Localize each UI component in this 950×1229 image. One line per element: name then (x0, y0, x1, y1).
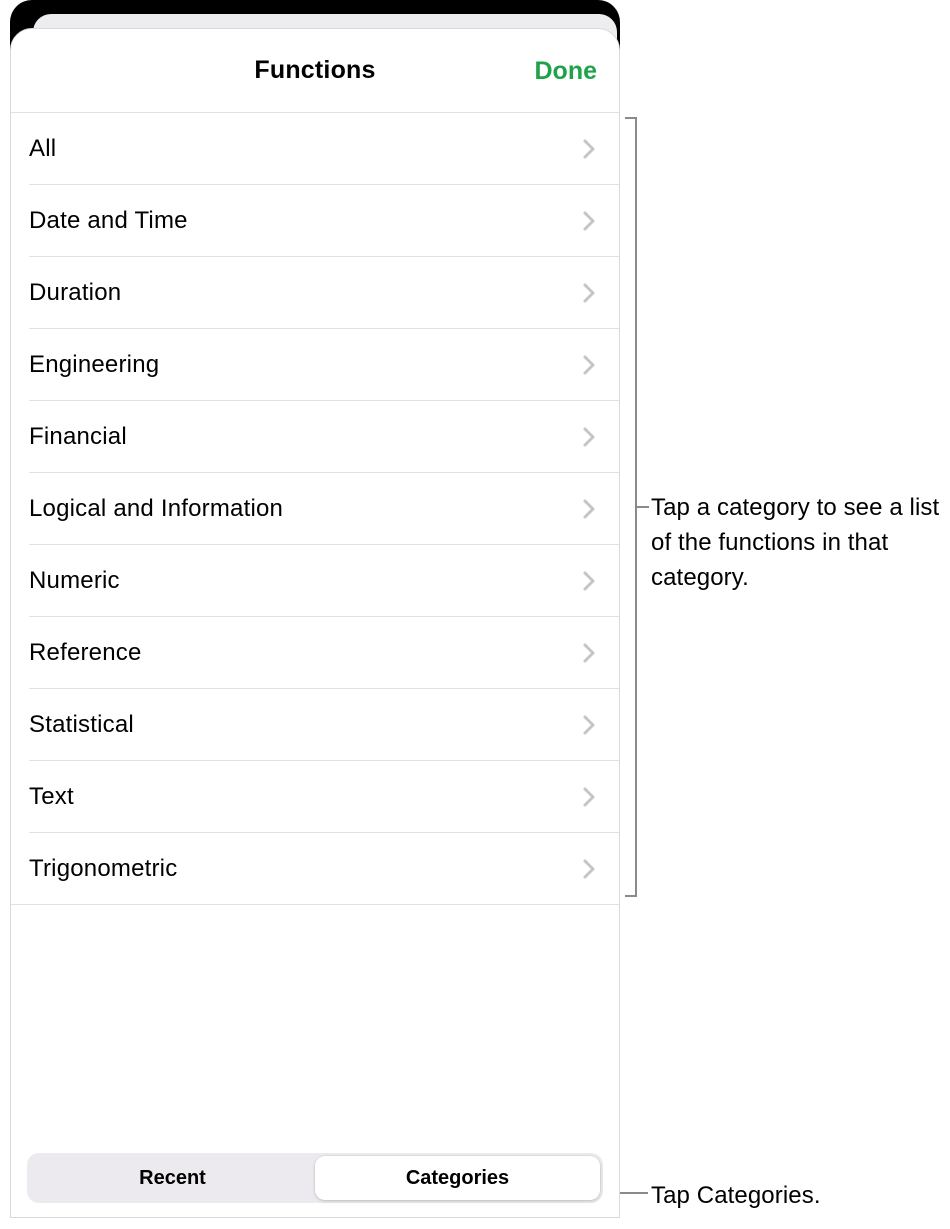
category-row-trigonometric[interactable]: Trigonometric (11, 833, 619, 904)
segment-categories[interactable]: Categories (315, 1156, 600, 1200)
callout-category-list: Tap a category to see a list of the func… (651, 490, 941, 595)
callout-lead-line (637, 506, 649, 508)
category-row-duration[interactable]: Duration (11, 257, 619, 328)
category-label: All (29, 135, 56, 163)
row-separator (11, 904, 619, 905)
chevron-right-icon (583, 643, 595, 663)
chevron-right-icon (583, 211, 595, 231)
category-row-engineering[interactable]: Engineering (11, 329, 619, 400)
chevron-right-icon (583, 787, 595, 807)
done-button[interactable]: Done (535, 29, 598, 113)
category-label: Logical and Information (29, 495, 283, 523)
segmented-control-wrap: Recent Categories (11, 1153, 619, 1217)
category-row-date-and-time[interactable]: Date and Time (11, 185, 619, 256)
category-row-financial[interactable]: Financial (11, 401, 619, 472)
category-row-numeric[interactable]: Numeric (11, 545, 619, 616)
segmented-control: Recent Categories (27, 1153, 603, 1203)
category-label: Trigonometric (29, 855, 177, 883)
functions-sheet: Functions Done All Date and Time Duratio… (10, 28, 620, 1218)
category-label: Reference (29, 639, 142, 667)
category-label: Engineering (29, 351, 159, 379)
chevron-right-icon (583, 715, 595, 735)
category-row-text[interactable]: Text (11, 761, 619, 832)
chevron-right-icon (583, 283, 595, 303)
chevron-right-icon (583, 427, 595, 447)
category-row-all[interactable]: All (11, 113, 619, 184)
category-row-statistical[interactable]: Statistical (11, 689, 619, 760)
chevron-right-icon (583, 139, 595, 159)
category-label: Text (29, 783, 74, 811)
category-row-logical-and-information[interactable]: Logical and Information (11, 473, 619, 544)
function-category-list: All Date and Time Duration (11, 113, 619, 1153)
sheet-header: Functions Done (11, 29, 619, 113)
chevron-right-icon (583, 571, 595, 591)
segment-recent[interactable]: Recent (30, 1156, 315, 1200)
category-label: Statistical (29, 711, 134, 739)
category-row-reference[interactable]: Reference (11, 617, 619, 688)
chevron-right-icon (583, 355, 595, 375)
chevron-right-icon (583, 859, 595, 879)
sheet-title: Functions (254, 56, 375, 85)
category-label: Numeric (29, 567, 120, 595)
callout-categories-segment: Tap Categories. (651, 1178, 941, 1213)
category-label: Date and Time (29, 207, 188, 235)
category-label: Financial (29, 423, 127, 451)
callout-bracket (625, 117, 637, 897)
category-label: Duration (29, 279, 121, 307)
chevron-right-icon (583, 499, 595, 519)
